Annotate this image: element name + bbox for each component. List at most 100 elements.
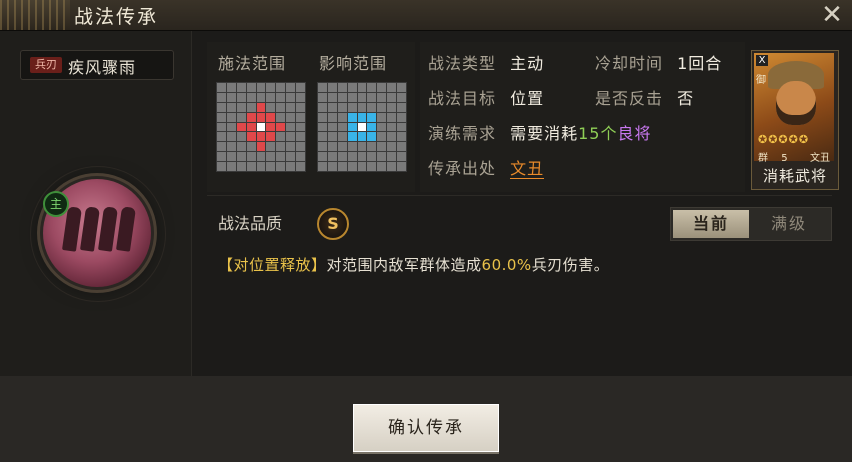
grid-cell — [256, 92, 266, 102]
grid-cell — [377, 152, 387, 162]
skill-name-tag: 兵刃 疾风骤雨 — [20, 50, 174, 80]
grid-cell — [236, 152, 246, 162]
grid-cell — [397, 122, 406, 132]
grid-cell — [226, 132, 236, 142]
grid-cell — [347, 92, 357, 102]
grid-cell — [226, 102, 236, 112]
grid-cell — [327, 162, 337, 171]
grid-cell — [327, 92, 337, 102]
grid-cell — [377, 102, 387, 112]
grid-cell — [377, 83, 387, 92]
grid-cell — [318, 152, 327, 162]
consume-general-card[interactable]: X 御 ✪✪✪✪✪ 群 5 文丑 消耗武将 — [751, 50, 839, 190]
grid-cell — [276, 102, 286, 112]
type-label: 战法类型 — [428, 54, 497, 73]
cast-range-label: 施法范围 — [218, 54, 287, 73]
consume-general-label: 消耗武将 — [762, 167, 827, 185]
grid-cell — [327, 83, 337, 92]
title-ornament — [0, 0, 70, 30]
grid-cell — [236, 132, 246, 142]
divider — [207, 195, 832, 196]
grid-cell — [397, 112, 406, 122]
confirm-inherit-button[interactable]: 确认传承 — [353, 404, 499, 452]
grid-cell — [337, 162, 347, 171]
grid-cell — [397, 142, 406, 152]
grid-cell — [377, 92, 387, 102]
cast-range-grid — [216, 82, 306, 172]
grid-cell — [367, 102, 377, 112]
grid-cell — [318, 162, 327, 171]
grid-cell — [236, 92, 246, 102]
grid-cell — [387, 162, 397, 171]
grid-cell — [347, 112, 357, 122]
grid-cell — [236, 102, 246, 112]
grid-cell — [327, 152, 337, 162]
grid-cell — [226, 83, 236, 92]
close-icon[interactable]: ✕ — [818, 1, 846, 29]
general-portrait: X 御 ✪✪✪✪✪ 群 5 文丑 — [754, 53, 834, 164]
grid-cell — [367, 122, 377, 132]
grid-cell — [246, 122, 256, 132]
train-label: 演练需求 — [428, 124, 497, 143]
effect-range-grid — [317, 82, 407, 172]
grid-cell — [276, 83, 286, 92]
grid-cell — [226, 142, 236, 152]
grid-cell — [327, 142, 337, 152]
grid-cell — [327, 112, 337, 122]
general-name: 文丑 — [810, 153, 830, 164]
quality-label: 战法品质 — [218, 214, 283, 233]
tab-current[interactable]: 当前 — [673, 210, 749, 238]
grid-cell — [286, 112, 296, 122]
grid-cell — [246, 83, 256, 92]
grid-cell — [276, 132, 286, 142]
grid-cell — [246, 152, 256, 162]
grid-cell — [266, 162, 276, 171]
star-rating-icon: ✪✪✪✪✪ — [758, 133, 810, 146]
grid-cell — [286, 132, 296, 142]
grid-cell — [286, 152, 296, 162]
grid-cell — [397, 152, 406, 162]
grid-cell — [246, 102, 256, 112]
skill-rank-badge: 主 — [43, 191, 69, 217]
grid-cell — [367, 132, 377, 142]
tab-max-level[interactable]: 满级 — [751, 210, 827, 238]
grid-cell — [357, 92, 367, 102]
grid-cell — [217, 132, 226, 142]
grid-cell — [377, 162, 387, 171]
grid-cell — [337, 83, 347, 92]
range-panel: 施法范围 影响范围 — [207, 42, 415, 192]
grid-cell — [347, 162, 357, 171]
counter-label: 是否反击 — [595, 89, 664, 108]
skill-type-badge: 兵刃 — [30, 57, 62, 73]
grid-cell — [347, 142, 357, 152]
grid-cell — [266, 142, 276, 152]
grid-cell — [256, 122, 266, 132]
grid-cell — [327, 132, 337, 142]
skill-description: 【对位置释放】对范围内敌军群体造成60.0%兵刃伤害。 — [218, 254, 609, 275]
source-link[interactable]: 文丑 — [510, 159, 545, 179]
grid-cell — [256, 83, 266, 92]
grid-cell — [296, 102, 305, 112]
grid-cell — [256, 162, 266, 171]
grid-cell — [226, 152, 236, 162]
level-toggle: 当前 满级 — [670, 207, 832, 241]
weapon-type-icon: X — [756, 55, 768, 66]
description-percent: 60.0% — [481, 256, 532, 274]
skill-info-panel: 战法类型 主动 冷却时间 1回合 战法目标 位置 是否反击 否 演练需求 需要消… — [420, 42, 745, 192]
grid-cell — [397, 132, 406, 142]
description-text-a: 对范围内敌军群体造成 — [326, 256, 482, 274]
grid-cell — [318, 122, 327, 132]
grid-cell — [357, 122, 367, 132]
grid-cell — [367, 83, 377, 92]
grid-cell — [296, 112, 305, 122]
grid-cell — [217, 142, 226, 152]
grid-cell — [347, 132, 357, 142]
grid-cell — [286, 122, 296, 132]
troop-type-label: 御 — [756, 75, 766, 86]
cooldown-value: 1回合 — [677, 54, 723, 73]
train-prefix: 需要消耗 — [510, 124, 579, 143]
grid-cell — [318, 112, 327, 122]
grid-cell — [296, 162, 305, 171]
grid-cell — [387, 112, 397, 122]
grid-cell — [367, 142, 377, 152]
